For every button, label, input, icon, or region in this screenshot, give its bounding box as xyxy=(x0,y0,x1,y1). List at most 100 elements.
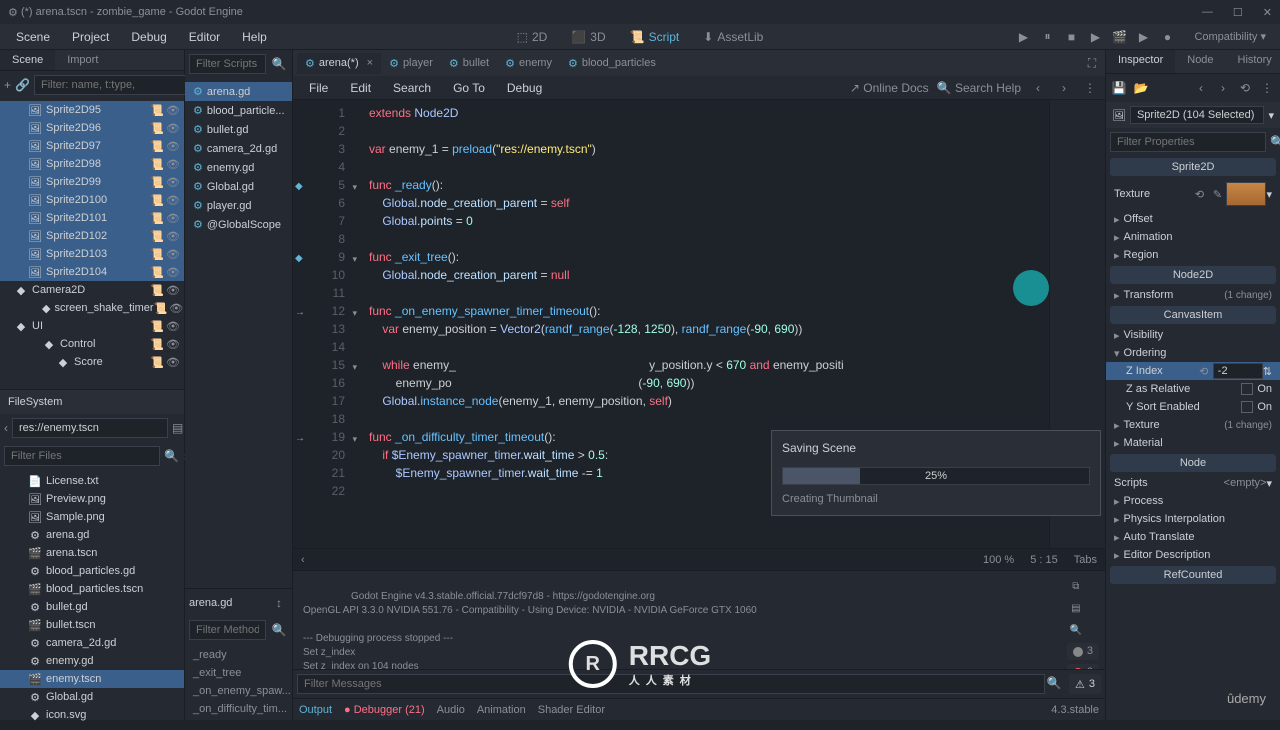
zoom-level[interactable]: 100 % xyxy=(983,554,1014,566)
visibility-icon[interactable]: 👁 xyxy=(166,140,180,153)
method-item[interactable]: _on_difficulty_tim... xyxy=(185,700,292,718)
play-scene-button[interactable]: 🎬 xyxy=(1108,26,1130,48)
file-item[interactable]: 🎬arena.tscn xyxy=(0,544,184,562)
minimize-icon[interactable]: — xyxy=(1202,6,1213,19)
tree-item[interactable]: ◆Score📜 👁 xyxy=(0,353,184,371)
editor-menu-search[interactable]: Search xyxy=(383,78,441,98)
renderer-dropdown[interactable]: Compatibility ▾ xyxy=(1186,30,1274,43)
distraction-free-icon[interactable]: ⛶ xyxy=(1083,54,1101,72)
nav-back-small-icon[interactable]: ‹ xyxy=(301,554,305,566)
script-tab[interactable]: ⚙arena(*)× xyxy=(297,53,381,74)
file-item[interactable]: ◆icon.svg xyxy=(0,706,184,724)
output-copy-icon[interactable]: ⧉ xyxy=(1067,577,1085,595)
insp-save-icon[interactable]: 💾 xyxy=(1110,79,1128,97)
fs-path-input[interactable] xyxy=(12,418,168,438)
method-item[interactable]: _exit_tree xyxy=(185,664,292,682)
fs-filter-input[interactable] xyxy=(4,446,160,466)
edit-icon[interactable]: ✎ xyxy=(1208,185,1226,203)
editor-menu-edit[interactable]: Edit xyxy=(340,78,381,98)
script-tab[interactable]: ⚙enemy xyxy=(497,53,560,74)
tree-item[interactable]: 🖼Sprite2D103📜 👁 xyxy=(0,245,184,263)
script-list-item[interactable]: ⚙@GlobalScope xyxy=(185,215,292,234)
fs-split-icon[interactable]: ▤ xyxy=(172,419,183,437)
scene-filter-input[interactable] xyxy=(34,75,190,95)
add-node-icon[interactable]: + xyxy=(4,76,11,94)
section-refcounted[interactable]: RefCounted xyxy=(1110,566,1276,584)
prop-group[interactable]: ▸Physics Interpolation xyxy=(1106,510,1280,528)
prop-ordering[interactable]: Ordering xyxy=(1124,347,1272,359)
output-filter-input[interactable] xyxy=(297,674,1045,694)
file-item[interactable]: ⚙enemy.gd xyxy=(0,652,184,670)
dropdown-icon[interactable]: ▾ xyxy=(1266,188,1272,201)
visibility-icon[interactable]: 👁 xyxy=(166,194,180,207)
tree-item[interactable]: 🖼Sprite2D100📜 👁 xyxy=(0,191,184,209)
menu-help[interactable]: Help xyxy=(232,27,277,47)
view-2d[interactable]: ⬚ 2D xyxy=(507,26,558,48)
chevron-right-icon[interactable]: ▸ xyxy=(1114,289,1120,302)
section-node[interactable]: Node xyxy=(1110,454,1276,472)
visibility-icon[interactable]: 👁 xyxy=(166,104,180,117)
visibility-icon[interactable]: 👁 xyxy=(166,248,180,261)
info-badge[interactable]: 3 xyxy=(1067,643,1099,660)
tree-item[interactable]: 🖼Sprite2D95📜 👁 xyxy=(0,101,184,119)
script-link-icon[interactable]: 📜 xyxy=(150,320,164,333)
script-list-item[interactable]: ⚙arena.gd xyxy=(185,82,292,101)
tree-item[interactable]: 🖼Sprite2D104📜 👁 xyxy=(0,263,184,281)
visibility-icon[interactable]: 👁 xyxy=(166,284,180,297)
file-item[interactable]: 🎬blood_particles.tscn xyxy=(0,580,184,598)
output-toggle-icon[interactable]: ▤ xyxy=(1067,599,1085,617)
search-icon[interactable]: 🔍 xyxy=(1270,133,1280,151)
visibility-icon[interactable]: 👁 xyxy=(166,266,180,279)
prop-group[interactable]: ▸Offset xyxy=(1106,210,1280,228)
script-link-icon[interactable]: 📜 xyxy=(150,338,164,351)
view-3d[interactable]: ⬛ 3D xyxy=(561,26,615,48)
prop-texture-group[interactable]: Texture xyxy=(1124,419,1225,431)
script-link-icon[interactable]: 📜 xyxy=(154,302,168,315)
output-search-icon[interactable]: 🔍 xyxy=(1067,621,1085,639)
tree-item[interactable]: ◆Camera2D📜 👁 xyxy=(0,281,184,299)
visibility-icon[interactable]: 👁 xyxy=(166,338,180,351)
script-list-item[interactable]: ⚙bullet.gd xyxy=(185,120,292,139)
search-help-link[interactable]: 🔍 Search Help xyxy=(937,81,1021,95)
section-canvasitem[interactable]: CanvasItem xyxy=(1110,306,1276,324)
tab-import[interactable]: Import xyxy=(55,50,110,70)
tab-history[interactable]: History xyxy=(1226,50,1280,73)
tree-item[interactable]: ◆UI📜 👁 xyxy=(0,317,184,335)
prop-group[interactable]: ▸Editor Description xyxy=(1106,546,1280,564)
menu-project[interactable]: Project xyxy=(62,27,119,47)
search-icon[interactable]: 🔍 xyxy=(164,447,179,465)
prop-group[interactable]: ▸Animation xyxy=(1106,228,1280,246)
total-badge[interactable]: ⚠ 3 xyxy=(1069,674,1101,694)
stop-button[interactable]: ■ xyxy=(1060,26,1082,48)
file-item[interactable]: 📄License.txt xyxy=(0,472,184,490)
script-list-item[interactable]: ⚙player.gd xyxy=(185,196,292,215)
script-link-icon[interactable]: 📜 xyxy=(150,194,164,207)
output-tab-shader[interactable]: Shader Editor xyxy=(538,704,605,716)
visibility-icon[interactable]: 👁 xyxy=(166,176,180,189)
tree-item[interactable]: 🖼Sprite2D101📜 👁 xyxy=(0,209,184,227)
tree-item[interactable]: 🖼Sprite2D99📜 👁 xyxy=(0,173,184,191)
prop-group[interactable]: ▸Process xyxy=(1106,492,1280,510)
play-button[interactable]: ▶ xyxy=(1012,26,1034,48)
method-item[interactable]: _ready xyxy=(185,646,292,664)
nav-back-icon[interactable]: ‹ xyxy=(1029,79,1047,97)
tab-inspector[interactable]: Inspector xyxy=(1106,50,1175,73)
script-list-item[interactable]: ⚙blood_particle... xyxy=(185,101,292,120)
search-icon[interactable]: 🔍 xyxy=(270,621,288,639)
script-link-icon[interactable]: 📜 xyxy=(150,176,164,189)
close-tab-icon[interactable]: × xyxy=(367,57,373,69)
play-custom-button[interactable]: ▶ xyxy=(1132,26,1154,48)
search-icon[interactable]: 🔍 xyxy=(270,55,288,73)
tree-item[interactable]: 🖼Sprite2D96📜 👁 xyxy=(0,119,184,137)
insp-more-icon[interactable]: ⋮ xyxy=(1258,79,1276,97)
nav-forward-icon[interactable]: › xyxy=(1055,79,1073,97)
editor-menu-file[interactable]: File xyxy=(299,78,338,98)
visibility-icon[interactable]: 👁 xyxy=(166,230,180,243)
file-item[interactable]: 🖼Sample.png xyxy=(0,508,184,526)
script-list-item[interactable]: ⚙enemy.gd xyxy=(185,158,292,177)
visibility-icon[interactable]: 👁 xyxy=(169,302,183,315)
dropdown-icon[interactable]: ▾ xyxy=(1268,109,1274,122)
online-docs-link[interactable]: ↗ Online Docs xyxy=(850,81,929,95)
view-script[interactable]: 📜 Script xyxy=(620,26,690,48)
script-link-icon[interactable]: 📜 xyxy=(150,158,164,171)
